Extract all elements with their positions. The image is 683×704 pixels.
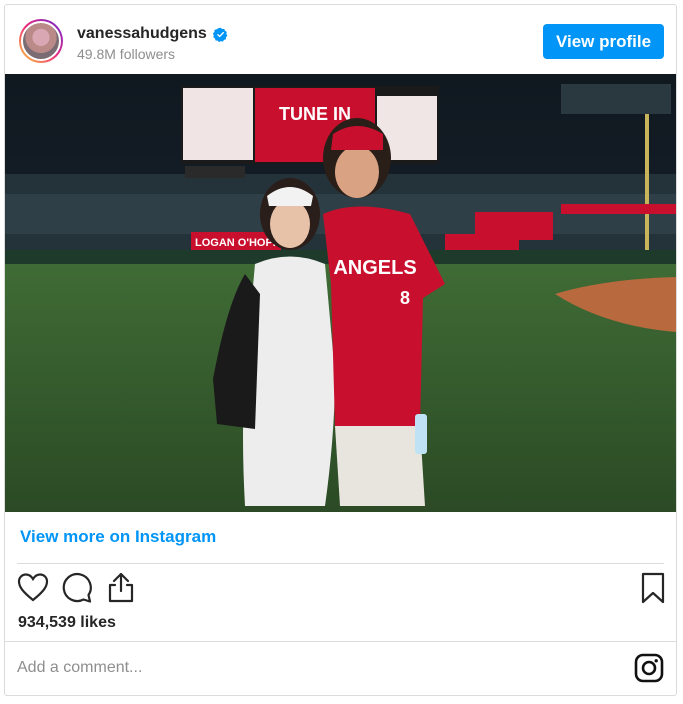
avatar[interactable] (19, 19, 63, 63)
share-icon[interactable] (105, 571, 137, 605)
jersey-number: 8 (400, 288, 410, 308)
comment-input[interactable] (17, 653, 617, 683)
scoreboard-text: TUNE IN (279, 104, 351, 124)
action-bar (17, 571, 665, 607)
comment-bubble-icon[interactable] (61, 571, 93, 605)
view-more-link[interactable]: View more on Instagram (20, 527, 216, 547)
jersey-text: ANGELS (333, 257, 416, 279)
divider (5, 641, 676, 642)
avatar-image (21, 21, 61, 61)
like-count: 934,539 likes (18, 614, 116, 631)
photo-illustration: TUNE IN LOGAN O'HOPPE ANGELS 8 (5, 74, 676, 512)
heart-icon[interactable] (17, 571, 49, 605)
verified-badge-icon (212, 27, 228, 42)
post-header: vanessahudgens 49.8M followers View prof… (5, 5, 676, 75)
view-profile-button[interactable]: View profile (543, 24, 664, 59)
instagram-embed-card: vanessahudgens 49.8M followers View prof… (4, 4, 677, 696)
post-photo[interactable]: TUNE IN LOGAN O'HOPPE ANGELS 8 (5, 74, 676, 512)
divider (17, 563, 664, 564)
username[interactable]: vanessahudgens (77, 25, 207, 43)
follower-count: 49.8M followers (77, 46, 176, 62)
bookmark-icon[interactable] (637, 571, 669, 605)
username-row: vanessahudgens (77, 25, 228, 43)
instagram-logo-icon[interactable] (634, 653, 664, 683)
